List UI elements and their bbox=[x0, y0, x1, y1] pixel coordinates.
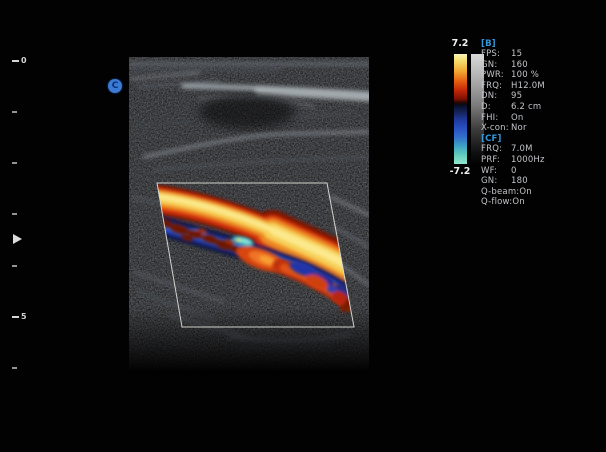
param-label: DN: bbox=[481, 91, 511, 102]
ruler-tick bbox=[12, 213, 17, 215]
param-value: 160 bbox=[511, 60, 528, 71]
doppler-flow bbox=[154, 196, 358, 314]
velocity-scale-min: -7.2 bbox=[443, 166, 477, 177]
param-value: 1000Hz bbox=[511, 155, 545, 166]
param-label: FHI: bbox=[481, 113, 511, 124]
param-label: WF: bbox=[481, 166, 511, 177]
param-row: X-con:Nor bbox=[481, 123, 596, 134]
ruler-tick bbox=[12, 60, 19, 62]
param-value: On bbox=[512, 197, 524, 208]
ruler-tick bbox=[12, 265, 17, 267]
param-label: FRQ: bbox=[481, 144, 511, 155]
param-value: 0 bbox=[511, 166, 517, 177]
param-label: PRF: bbox=[481, 155, 511, 166]
param-row: Q-flow:On bbox=[481, 197, 596, 208]
param-value: 180 bbox=[511, 176, 528, 187]
param-label: Q-beam: bbox=[481, 187, 519, 198]
mode-section-header: [B] bbox=[481, 39, 596, 50]
mode-section-header: [CF] bbox=[481, 134, 596, 145]
param-label: PWR: bbox=[481, 70, 511, 81]
param-label: X-con: bbox=[481, 123, 511, 134]
params-panel: [B]FPS:15GN:160PWR:100 %FRQ:H12.0MDN:95D… bbox=[481, 39, 596, 209]
param-value: 7.0M bbox=[511, 144, 533, 155]
ruler-tick bbox=[12, 162, 17, 164]
param-row: WF:0 bbox=[481, 166, 596, 177]
depth-ruler: 05 bbox=[0, 0, 34, 452]
color-scale-bar bbox=[454, 54, 467, 164]
ruler-tick-label: 5 bbox=[21, 312, 27, 322]
param-value: On bbox=[519, 187, 531, 198]
param-label: [CF] bbox=[481, 134, 502, 145]
param-row: GN:160 bbox=[481, 60, 596, 71]
param-label: FPS: bbox=[481, 49, 511, 60]
param-row: FPS:15 bbox=[481, 49, 596, 60]
param-value: 95 bbox=[511, 91, 522, 102]
ultrasound-screen: 05 bbox=[0, 0, 606, 452]
ruler-tick bbox=[12, 111, 17, 113]
param-label: [B] bbox=[481, 39, 496, 50]
param-row: PRF:1000Hz bbox=[481, 155, 596, 166]
orientation-marker: C bbox=[108, 79, 122, 93]
param-row: DN:95 bbox=[481, 91, 596, 102]
param-label: FRQ: bbox=[481, 81, 511, 92]
param-label: D: bbox=[481, 102, 511, 113]
param-row: D:6.2 cm bbox=[481, 102, 596, 113]
param-row: FRQ:H12.0M bbox=[481, 81, 596, 92]
param-value: On bbox=[511, 113, 523, 124]
color-roi-overlay bbox=[154, 181, 358, 331]
param-label: GN: bbox=[481, 176, 511, 187]
param-row: FRQ:7.0M bbox=[481, 144, 596, 155]
ruler-tick bbox=[12, 316, 19, 318]
ruler-tick-label: 0 bbox=[21, 56, 27, 66]
velocity-scale-max: 7.2 bbox=[443, 38, 477, 49]
param-row: Q-beam:On bbox=[481, 187, 596, 198]
param-value: H12.0M bbox=[511, 81, 545, 92]
focus-marker-arrow[interactable] bbox=[13, 234, 22, 244]
param-row: GN:180 bbox=[481, 176, 596, 187]
param-value: 100 % bbox=[511, 70, 539, 81]
ruler-tick bbox=[12, 367, 17, 369]
param-value: 6.2 cm bbox=[511, 102, 541, 113]
param-label: Q-flow: bbox=[481, 197, 512, 208]
param-label: GN: bbox=[481, 60, 511, 71]
param-value: 15 bbox=[511, 49, 522, 60]
param-row: PWR:100 % bbox=[481, 70, 596, 81]
param-row: FHI:On bbox=[481, 113, 596, 124]
param-value: Nor bbox=[511, 123, 527, 134]
